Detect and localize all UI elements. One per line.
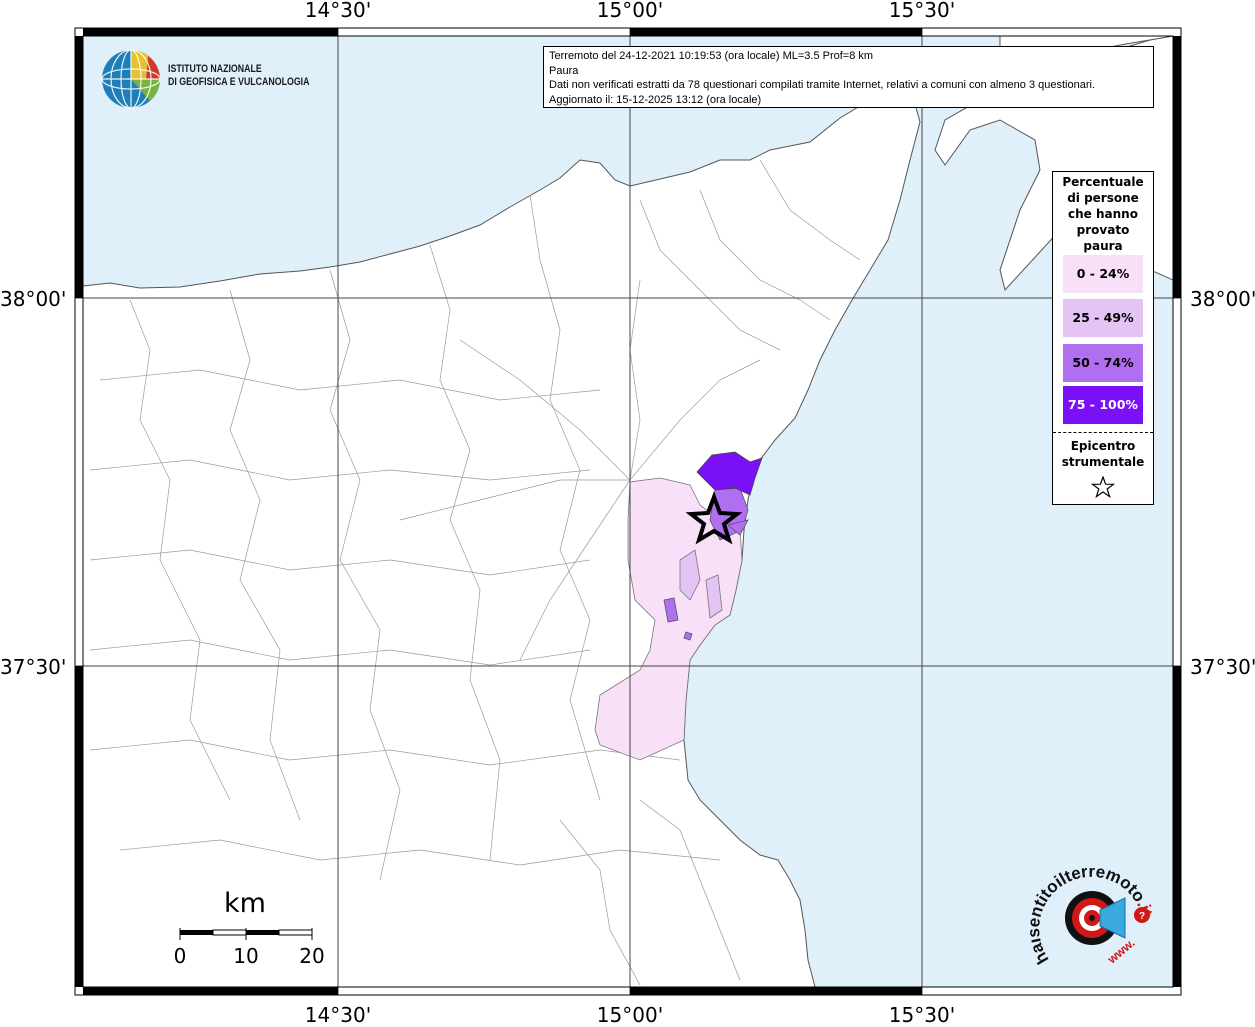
speaker-target-logo-icon: haisentitoilterremoto.it ? www. <box>1030 868 1157 968</box>
star-icon <box>1091 476 1115 498</box>
svg-text:?: ? <box>1139 911 1145 922</box>
legend-class-75-100: 75 - 100% <box>1063 386 1143 424</box>
legend-class-50-74: 50 - 74% <box>1063 344 1143 382</box>
scale-bar: km 0 10 20 <box>168 888 338 968</box>
scale-unit: km <box>224 888 266 919</box>
lat-label-left-2: 37°30' <box>0 655 67 679</box>
globe-logo-icon <box>101 49 161 109</box>
lon-label-bottom-3: 15°30' <box>888 1003 956 1027</box>
map-parameter: Paura <box>549 64 579 77</box>
scale-bar-graphic <box>179 928 313 940</box>
legend-title: Percentuale di persone che hanno provato… <box>1053 172 1153 254</box>
legend-epicenter-label: Epicentro strumentale <box>1053 438 1153 470</box>
ingv-line-1: ISTITUTO NAZIONALE <box>168 63 262 75</box>
ingv-wordmark: ISTITUTO NAZIONALE DI GEOFISICA E VULCAN… <box>168 63 328 89</box>
legend-title-line: di persone <box>1067 191 1139 205</box>
legend-divider <box>1053 432 1153 433</box>
lon-label-bottom-2: 15°00' <box>596 1003 664 1027</box>
event-info-box: Terremoto del 24-12-2021 10:19:53 (ora l… <box>543 46 1154 108</box>
lon-label-top-2: 15°00' <box>596 0 664 22</box>
lon-label-top-3: 15°30' <box>888 0 956 22</box>
lat-label-right-2: 37°30' <box>1190 655 1255 679</box>
lat-label-left-1: 38°00' <box>0 287 67 311</box>
legend-title-line: provato <box>1076 223 1130 237</box>
scale-tick-0: 0 <box>173 944 187 968</box>
legend-title-line: paura <box>1083 239 1123 253</box>
scale-tick-20: 20 <box>299 944 325 968</box>
area-50-74 <box>683 631 693 641</box>
legend-class-25-49: 25 - 49% <box>1063 299 1143 337</box>
data-note: Dati non verificati estratti da 78 quest… <box>549 79 1095 92</box>
legend-epicenter-line: strumentale <box>1061 455 1145 469</box>
lon-label-bottom-1: 14°30' <box>304 1003 372 1027</box>
lon-label-top-1: 14°30' <box>304 0 372 22</box>
ingv-line-2: DI GEOFISICA E VULCANOLOGIA <box>168 76 310 88</box>
legend-class-0-24: 0 - 24% <box>1063 255 1143 293</box>
update-time: Aggiornato il: 15-12-2025 13:12 (ora loc… <box>549 93 762 106</box>
scale-tick-10: 10 <box>233 944 259 968</box>
legend-title-line: Percentuale <box>1062 175 1144 189</box>
legend-title-line: che hanno <box>1068 207 1138 221</box>
event-title: Terremoto del 24-12-2021 10:19:53 (ora l… <box>549 50 874 62</box>
hsit-logo-www-text: www. <box>1104 936 1137 967</box>
lat-label-right-1: 38°00' <box>1190 287 1255 311</box>
legend-epicenter-line: Epicentro <box>1070 439 1136 453</box>
legend: Percentuale di persone che hanno provato… <box>1052 171 1154 505</box>
